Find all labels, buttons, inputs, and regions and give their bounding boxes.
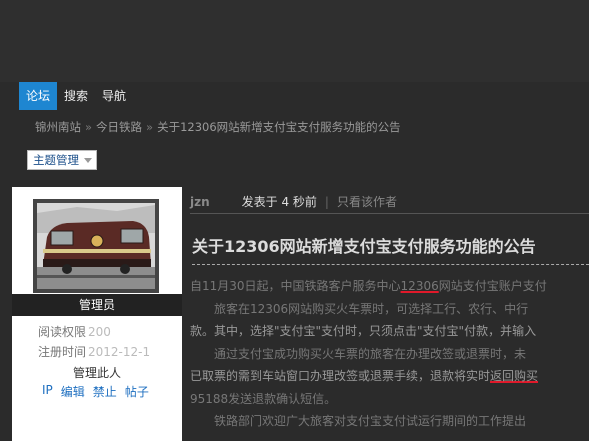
post-timestamp: 发表于 4 秒前 [241,195,317,209]
post-paragraph: 自11月30日起，中国铁路客户服务中心12306网站支付宝账户支付 [190,275,589,298]
breadcrumb-separator: » [85,120,93,134]
post-paragraph: 款。其中，选择"支付宝"支付时，只须点击"支付宝"付款，并输入 [190,324,537,338]
nav-guide[interactable]: 导航 [95,82,133,110]
post-meta: jzn 发表于 4 秒前 | 只看该作者 [190,193,397,210]
post-text: 已取票的需到车站窗口办理改签或退票手续，退款将实时 [190,369,491,383]
user-role-bar: 管理员 [12,294,182,316]
post-paragraph: 已取票的需到车站窗口办理改签或退票手续，退款将实时返回购买 [190,365,589,388]
breadcrumb-thread[interactable]: 关于12306网站新增支付宝支付服务功能的公告 [157,120,401,134]
read-permission-row: 阅读权限 200 [38,323,111,340]
post-text: 网站支付宝账户支付 [438,279,547,293]
nav-search[interactable]: 搜索 [57,82,95,110]
post-author[interactable]: jzn [190,195,210,209]
registration-time-row: 注册时间 2012-12-1 [38,343,150,360]
breadcrumb-forum[interactable]: 今日铁路 [96,120,142,134]
breadcrumb: 锦州南站» 今日铁路» 关于12306网站新增支付宝支付服务功能的公告 [35,119,401,135]
breadcrumb-separator: » [146,120,154,134]
post-paragraph: 通过支付宝成功购买火车票的旅客在办理改签或退票时，未 [190,346,527,361]
post-paragraph: 铁路部门欢迎广大旅客对支付宝支付试运行期间的工作提出 [190,414,527,428]
topic-manage-label: 主题管理 [33,153,79,167]
manage-edit-link[interactable]: 编辑 [61,383,85,400]
manage-ban-link[interactable]: 禁止 [93,383,117,400]
nav-forum[interactable]: 论坛 [19,82,58,110]
post-text: 自11月30日起，中国铁路客户服务中心 [190,279,401,293]
post-paragraph: 旅客在12306网站购买火车票时，可选择工行、农行、中行 [190,301,529,316]
registration-time-label: 注册时间 [38,345,87,359]
chevron-down-icon [84,158,92,163]
meta-divider: | [324,195,329,209]
train-avatar-image [37,203,155,289]
read-permission-label: 阅读权限 [38,325,87,339]
registration-time-value: 2012-12-1 [88,345,151,359]
topic-manage-button[interactable]: 主题管理 [27,150,97,170]
title-divider [192,264,589,265]
meta-divider-line [190,213,589,214]
main-nav: 论坛 搜索 导航 [19,82,133,110]
avatar[interactable] [33,199,159,293]
user-profile-panel: 管理员 阅读权限 200 注册时间 2012-12-1 管理此人 IP 编辑 禁止 … [12,187,182,441]
manage-user-title: 管理此人 [72,366,121,380]
manage-user-links: IP 编辑 禁止 帖子 [42,383,149,400]
post-text-highlight: 返回购买 [490,369,539,383]
read-permission-value: 200 [88,325,111,339]
manage-posts-link[interactable]: 帖子 [125,383,149,400]
breadcrumb-site[interactable]: 锦州南站 [35,120,81,134]
only-author-link[interactable]: 只看该作者 [337,195,397,209]
post-body: 自11月30日起，中国铁路客户服务中心12306网站支付宝账户支付 旅客在123… [190,275,589,433]
post-title: 关于12306网站新增支付宝支付服务功能的公告 [192,237,536,256]
post-text-highlight: 12306 [400,279,439,293]
top-header [0,0,589,82]
manage-ip-link[interactable]: IP [42,383,53,400]
post-paragraph: 95188发送退款确认短信。 [190,391,337,406]
